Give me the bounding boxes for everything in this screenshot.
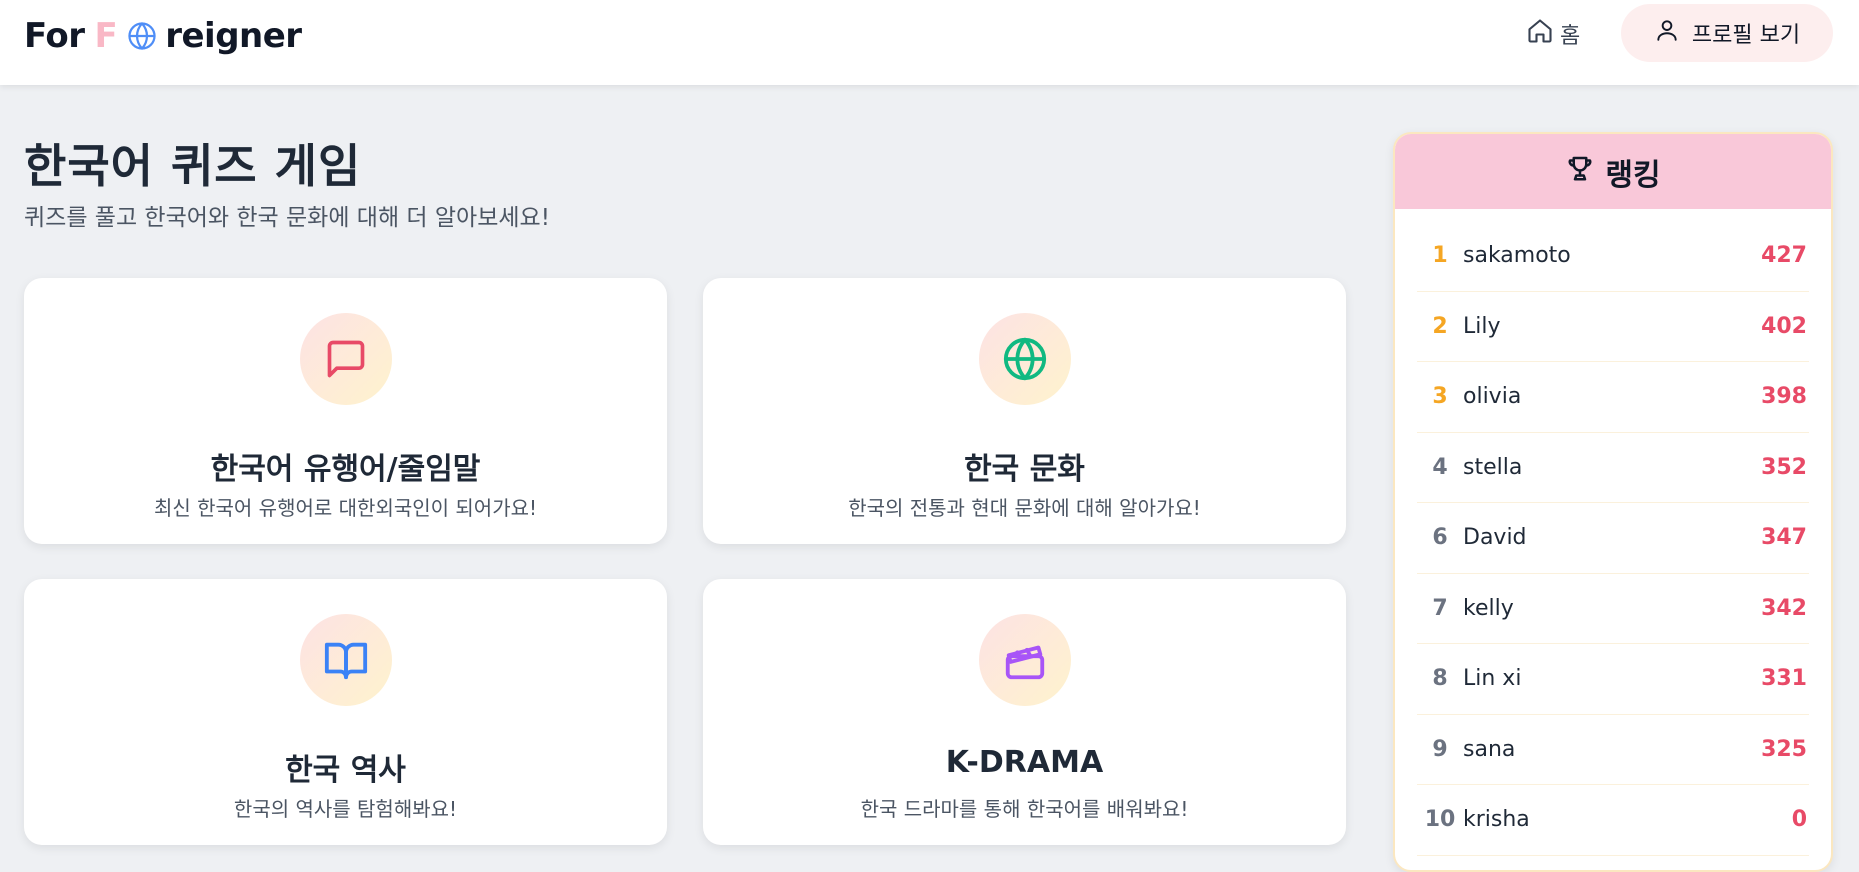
globe-icon — [978, 313, 1071, 405]
rank-score: 331 — [1761, 666, 1807, 692]
rank-number: 4 — [1432, 454, 1448, 480]
rank-score: 325 — [1761, 736, 1807, 762]
category-card-history[interactable]: 한국 역사 한국의 역사를 탐험해봐요! — [24, 579, 667, 845]
ranking-row: 10 krisha 0 — [1417, 785, 1809, 856]
profile-button[interactable]: 프로필 보기 — [1621, 4, 1833, 62]
book-icon — [299, 614, 392, 706]
rank-username: sana — [1463, 736, 1516, 762]
home-label: 홈 — [1560, 24, 1581, 49]
ranking-row: 3 olivia 398 — [1417, 362, 1809, 433]
user-icon — [1654, 17, 1680, 49]
card-description: 최신 한국어 유행어로 대한외국인이 되어가요! — [153, 496, 538, 520]
category-card-kdrama[interactable]: K-DRAMA 한국 드라마를 통해 한국어를 배워봐요! — [703, 579, 1346, 845]
page-title: 한국어 퀴즈 게임 — [24, 139, 362, 193]
card-description: 한국의 전통과 현대 문화에 대해 알아가요! — [848, 496, 1201, 520]
ranking-row: 1 sakamoto 427 — [1417, 221, 1809, 292]
rank-number: 10 — [1424, 807, 1456, 833]
ranking-title: 랭킹 — [1605, 157, 1661, 193]
ranking-row: 6 David 347 — [1417, 503, 1809, 574]
rank-username: stella — [1463, 454, 1523, 480]
rank-score: 398 — [1761, 384, 1807, 410]
globe-icon — [127, 21, 157, 51]
rank-number: 3 — [1432, 384, 1448, 410]
rank-number: 6 — [1432, 525, 1448, 551]
rank-score: 352 — [1761, 454, 1807, 480]
category-card-culture[interactable]: 한국 문화 한국의 전통과 현대 문화에 대해 알아가요! — [703, 278, 1346, 544]
profile-button-label: 프로필 보기 — [1691, 23, 1801, 48]
top-navbar: For F reigner 홈 프로필 보기 — [0, 0, 1859, 85]
card-description: 한국의 역사를 탐험해봐요! — [233, 797, 458, 821]
rank-number: 1 — [1432, 243, 1448, 269]
rank-number: 9 — [1432, 736, 1448, 762]
category-card-slang[interactable]: 한국어 유행어/줄임말 최신 한국어 유행어로 대한외국인이 되어가요! — [24, 278, 667, 544]
rank-number: 7 — [1432, 595, 1448, 621]
ranking-list: 1 sakamoto 427 2 Lily 402 3 olivia 398 4… — [1395, 209, 1831, 856]
rank-score: 402 — [1761, 313, 1807, 339]
ranking-panel: 랭킹 1 sakamoto 427 2 Lily 402 3 olivia 39… — [1393, 132, 1833, 872]
home-icon — [1526, 17, 1554, 51]
ranking-row: 9 sana 325 — [1417, 715, 1809, 785]
card-title: 한국 문화 — [964, 452, 1085, 487]
rank-username: olivia — [1463, 384, 1522, 410]
message-icon — [299, 313, 392, 405]
card-title: K-DRAMA — [945, 745, 1104, 780]
logo-text-f: F — [94, 16, 118, 56]
rank-score: 427 — [1761, 243, 1807, 269]
home-link[interactable]: 홈 — [1526, 14, 1580, 54]
ranking-row: 8 Lin xi 331 — [1417, 644, 1809, 715]
rank-username: sakamoto — [1463, 243, 1571, 269]
page-subtitle: 퀴즈를 풀고 한국어와 한국 문화에 대해 더 알아보세요! — [24, 205, 550, 231]
clapperboard-icon — [978, 614, 1071, 706]
logo-text-reigner: reigner — [165, 16, 302, 56]
ranking-header: 랭킹 — [1395, 134, 1831, 209]
rank-score: 0 — [1791, 807, 1807, 833]
rank-number: 2 — [1432, 313, 1448, 339]
rank-score: 347 — [1761, 525, 1807, 551]
ranking-row: 7 kelly 342 — [1417, 574, 1809, 644]
rank-username: Lin xi — [1463, 666, 1522, 692]
app-logo[interactable]: For F reigner — [24, 16, 302, 56]
card-description: 한국 드라마를 통해 한국어를 배워봐요! — [860, 797, 1189, 821]
rank-number: 8 — [1432, 666, 1448, 692]
rank-username: krisha — [1463, 807, 1530, 833]
rank-username: kelly — [1463, 595, 1514, 621]
rank-username: David — [1463, 525, 1527, 551]
rank-username: Lily — [1463, 313, 1501, 339]
ranking-row: 2 Lily 402 — [1417, 292, 1809, 362]
card-title: 한국 역사 — [285, 753, 406, 788]
ranking-row: 4 stella 352 — [1417, 433, 1809, 503]
trophy-icon — [1565, 153, 1595, 191]
rank-score: 342 — [1761, 595, 1807, 621]
card-title: 한국어 유행어/줄임말 — [210, 452, 481, 487]
logo-text-for: For — [24, 16, 85, 56]
